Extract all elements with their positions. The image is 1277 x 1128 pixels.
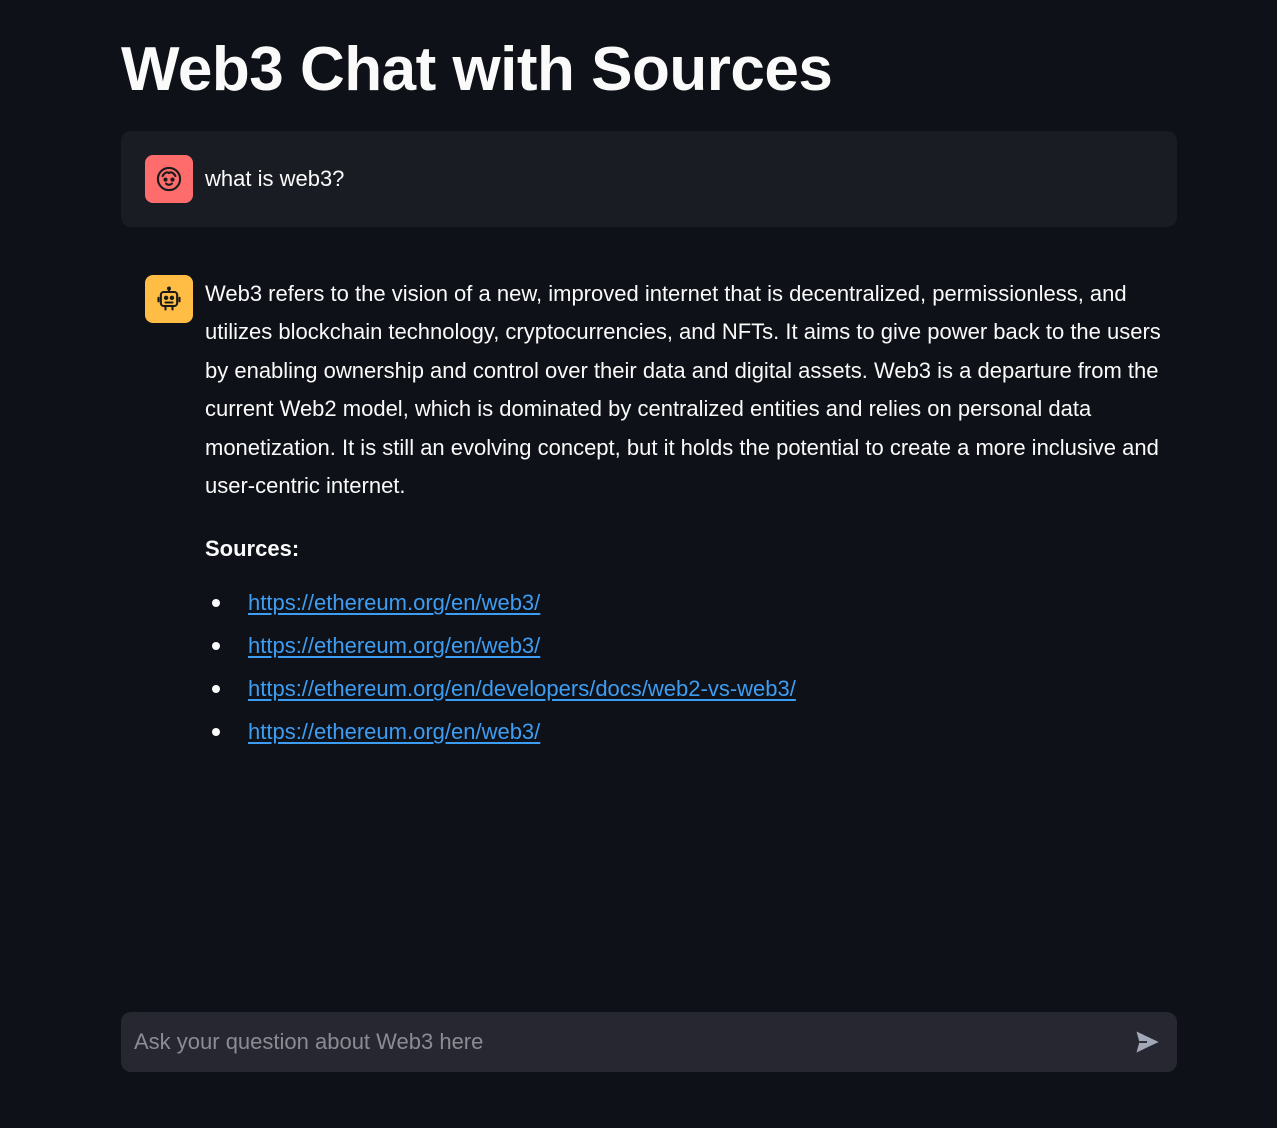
send-button[interactable] xyxy=(1131,1026,1163,1058)
assistant-avatar xyxy=(145,275,193,323)
source-list-item: https://ethereum.org/en/developers/docs/… xyxy=(205,671,1165,714)
source-link[interactable]: https://ethereum.org/en/web3/ xyxy=(248,633,540,658)
chat-input-container xyxy=(121,1012,1177,1072)
bullet-icon xyxy=(212,642,220,651)
user-message-text: what is web3? xyxy=(205,166,345,191)
page-title: Web3 Chat with Sources xyxy=(121,35,833,104)
assistant-message-body: Web3 refers to the vision of a new, impr… xyxy=(205,275,1165,757)
chat-input[interactable] xyxy=(121,1012,1101,1072)
bullet-icon xyxy=(212,685,220,694)
source-link[interactable]: https://ethereum.org/en/web3/ xyxy=(248,719,540,744)
assistant-answer-text: Web3 refers to the vision of a new, impr… xyxy=(205,281,1161,499)
sources-list: https://ethereum.org/en/web3/ https://et… xyxy=(205,585,1165,757)
robot-icon xyxy=(157,286,181,311)
face-icon xyxy=(156,166,182,192)
source-list-item: https://ethereum.org/en/web3/ xyxy=(205,714,1165,757)
bullet-icon xyxy=(212,728,220,737)
source-link[interactable]: https://ethereum.org/en/web3/ xyxy=(248,590,540,615)
send-icon xyxy=(1136,1031,1159,1053)
sources-heading: Sources: xyxy=(205,536,300,562)
user-message: what is web3? xyxy=(121,131,1177,227)
source-link[interactable]: https://ethereum.org/en/developers/docs/… xyxy=(248,676,796,701)
source-list-item: https://ethereum.org/en/web3/ xyxy=(205,628,1165,671)
user-avatar xyxy=(145,155,193,203)
source-list-item: https://ethereum.org/en/web3/ xyxy=(205,585,1165,628)
bullet-icon xyxy=(212,599,220,608)
